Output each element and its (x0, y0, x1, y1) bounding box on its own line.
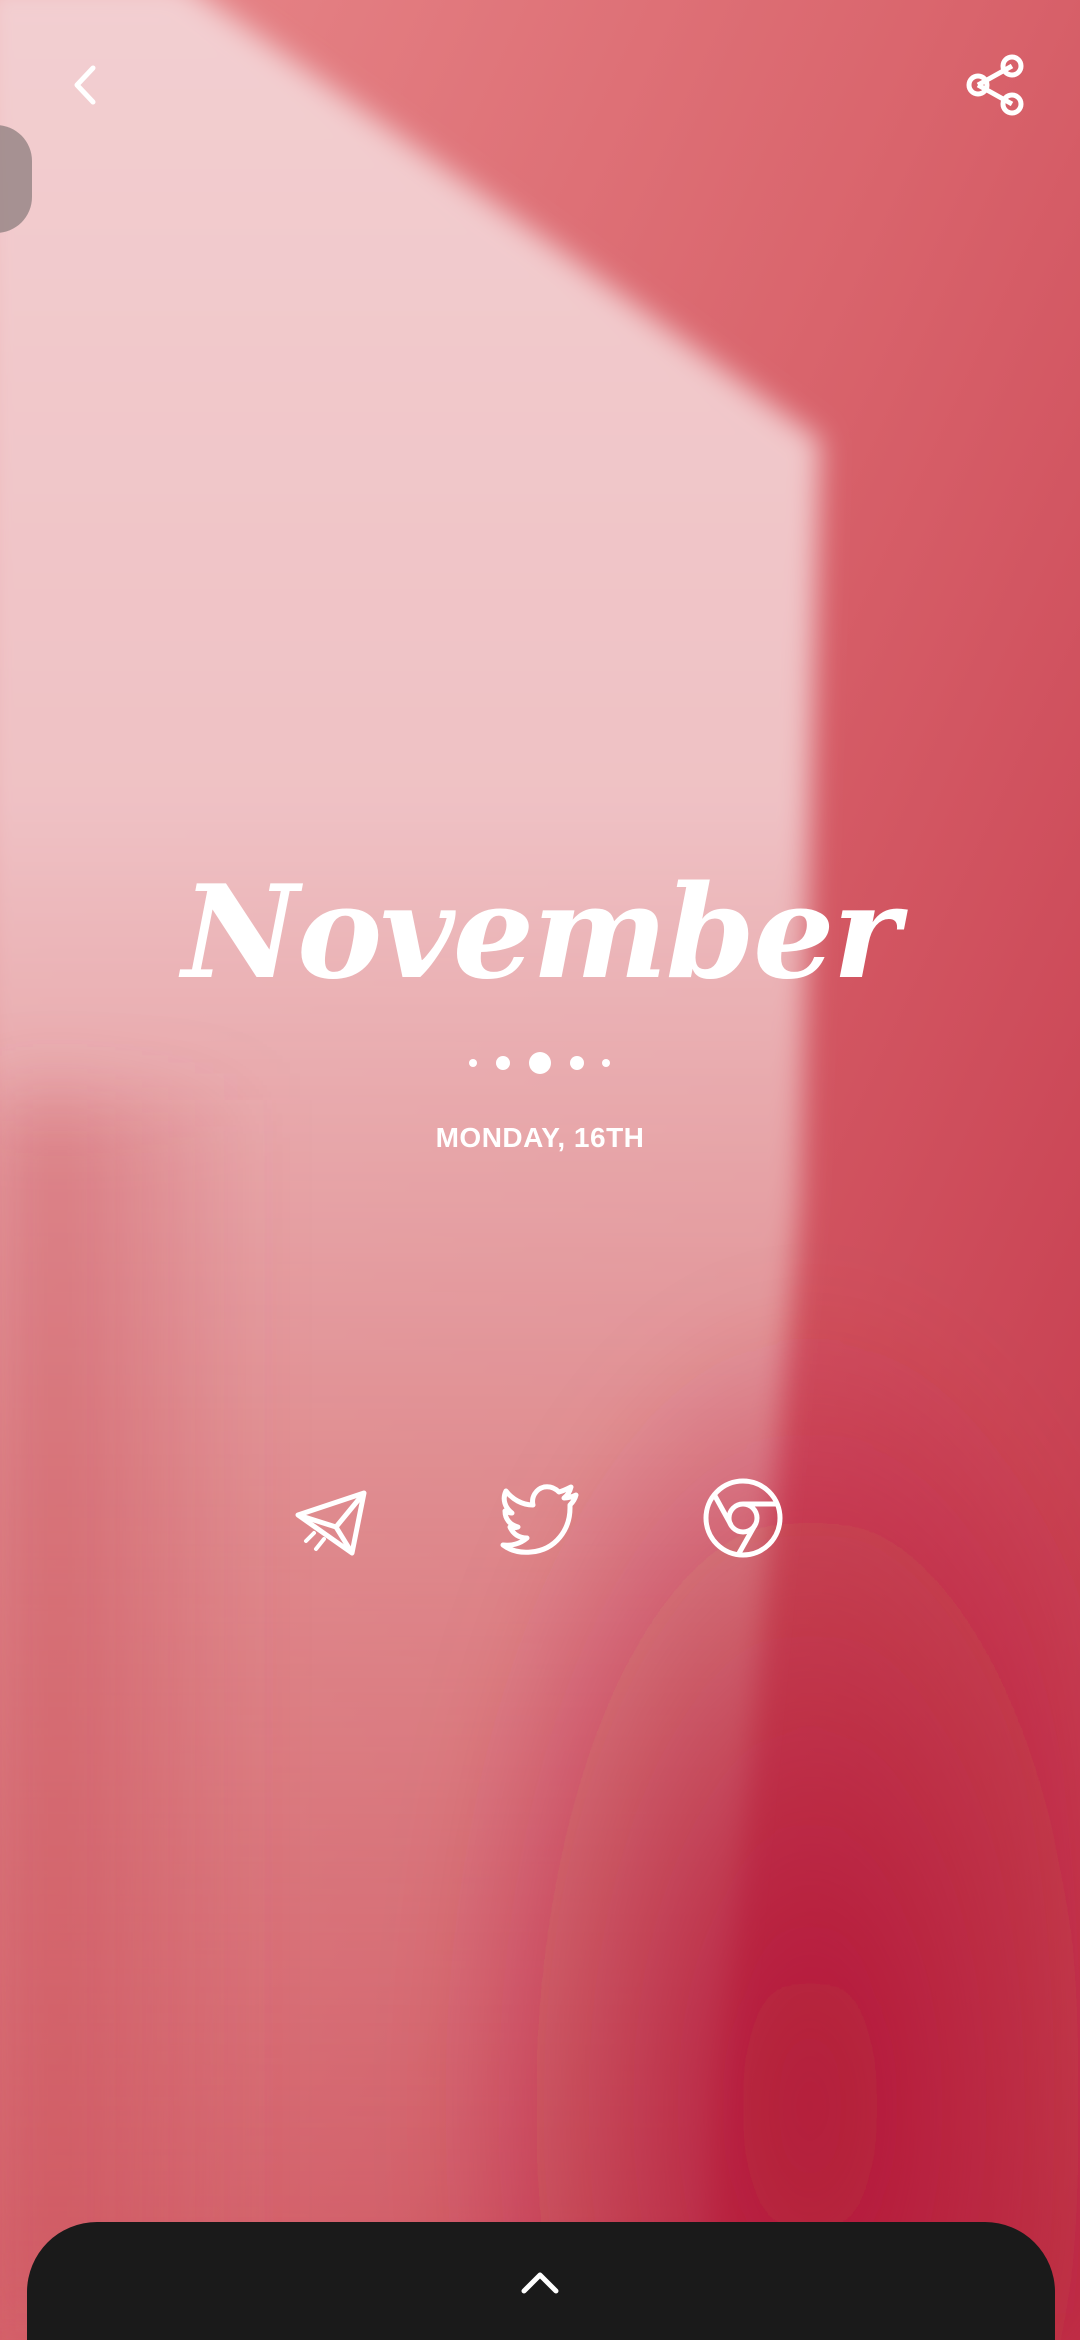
share-icon (966, 54, 1024, 116)
chevron-left-icon (74, 65, 96, 105)
telegram-app-button[interactable] (290, 1475, 376, 1561)
chevron-up-icon (521, 2272, 559, 2294)
month-title: November (182, 858, 900, 1008)
chrome-app-button[interactable] (700, 1475, 786, 1561)
date-label: MONDAY, 16TH (435, 1122, 645, 1153)
chrome-icon (703, 1478, 783, 1558)
dot-divider (469, 1052, 610, 1074)
back-button[interactable] (50, 50, 120, 120)
wallpaper (0, 0, 1080, 2340)
twitter-icon (500, 1484, 579, 1555)
twitter-app-button[interactable] (498, 1475, 584, 1561)
expand-dock-button[interactable] (510, 2262, 570, 2302)
telegram-icon (295, 1490, 367, 1556)
share-button[interactable] (955, 45, 1035, 125)
